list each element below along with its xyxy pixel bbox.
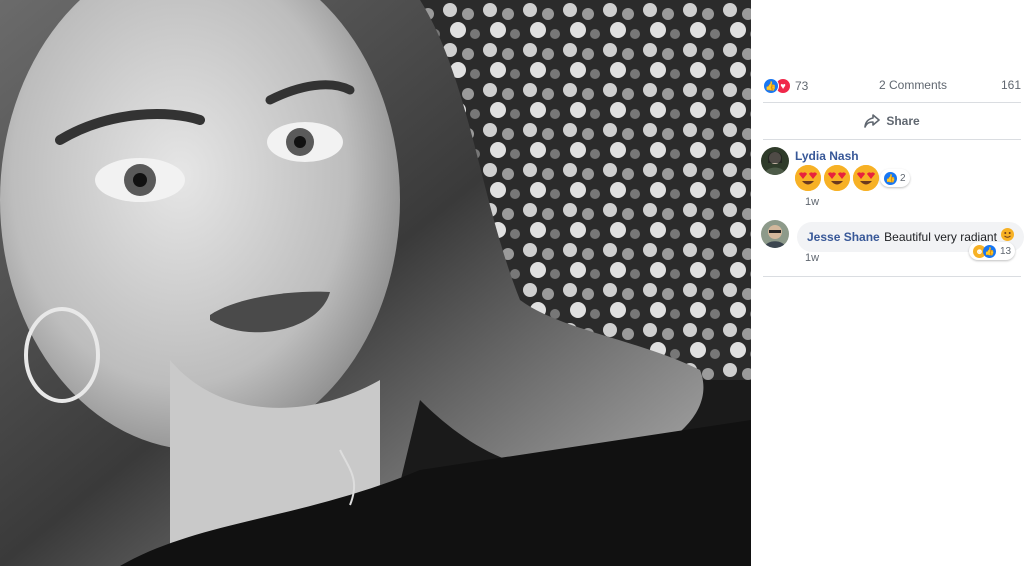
post-photo[interactable] bbox=[0, 0, 751, 566]
divider bbox=[763, 139, 1021, 140]
comment-timestamp[interactable]: 1w bbox=[805, 252, 819, 264]
divider bbox=[763, 102, 1021, 103]
reaction-summary[interactable]: 👍 ♥ 73 bbox=[763, 78, 808, 94]
like-reaction-icon: 👍 bbox=[983, 244, 996, 258]
portrait-photo-image bbox=[0, 0, 751, 566]
heart-eyes-emoji-icon bbox=[795, 165, 821, 191]
comment-reaction-badge[interactable]: 👍 2 bbox=[880, 169, 910, 187]
heart-eyes-emoji-icon bbox=[853, 165, 879, 191]
heart-eyes-emoji-icon bbox=[824, 165, 850, 191]
like-reaction-icon: 👍 bbox=[884, 171, 897, 185]
divider bbox=[763, 276, 1021, 277]
share-button-label: Share bbox=[886, 114, 920, 128]
share-arrow-icon bbox=[864, 114, 881, 128]
comment-item: Lydia Nash 👍 2 1w bbox=[761, 147, 1019, 211]
reaction-count: 73 bbox=[795, 79, 809, 93]
like-reaction-icon: 👍 bbox=[763, 78, 779, 94]
comments-count-link[interactable]: 2 Comments bbox=[879, 78, 947, 92]
comment-author-name[interactable]: Jesse Shane bbox=[807, 230, 880, 244]
comment-item: Jesse Shane Beautiful very radiant ☻ 👍 1… bbox=[761, 220, 1024, 270]
comment-reaction-badge[interactable]: ☻ 👍 13 bbox=[969, 242, 1016, 260]
avatar[interactable] bbox=[761, 147, 789, 175]
post-side-panel: 👍 ♥ 73 2 Comments 161 Share Lydia Nash 👍… bbox=[751, 0, 1024, 566]
shares-count-link[interactable]: 161 bbox=[1001, 78, 1021, 92]
comment-emoji-content: 👍 2 bbox=[795, 165, 910, 191]
comment-reaction-count: 2 bbox=[900, 172, 906, 184]
comment-author-name[interactable]: Lydia Nash bbox=[795, 149, 859, 163]
share-button[interactable]: Share bbox=[763, 106, 1021, 136]
post-stats-bar: 👍 ♥ 73 2 Comments 161 bbox=[763, 74, 1021, 98]
comment-timestamp[interactable]: 1w bbox=[805, 196, 819, 208]
comment-reaction-count: 13 bbox=[1000, 245, 1012, 257]
avatar[interactable] bbox=[761, 220, 789, 248]
